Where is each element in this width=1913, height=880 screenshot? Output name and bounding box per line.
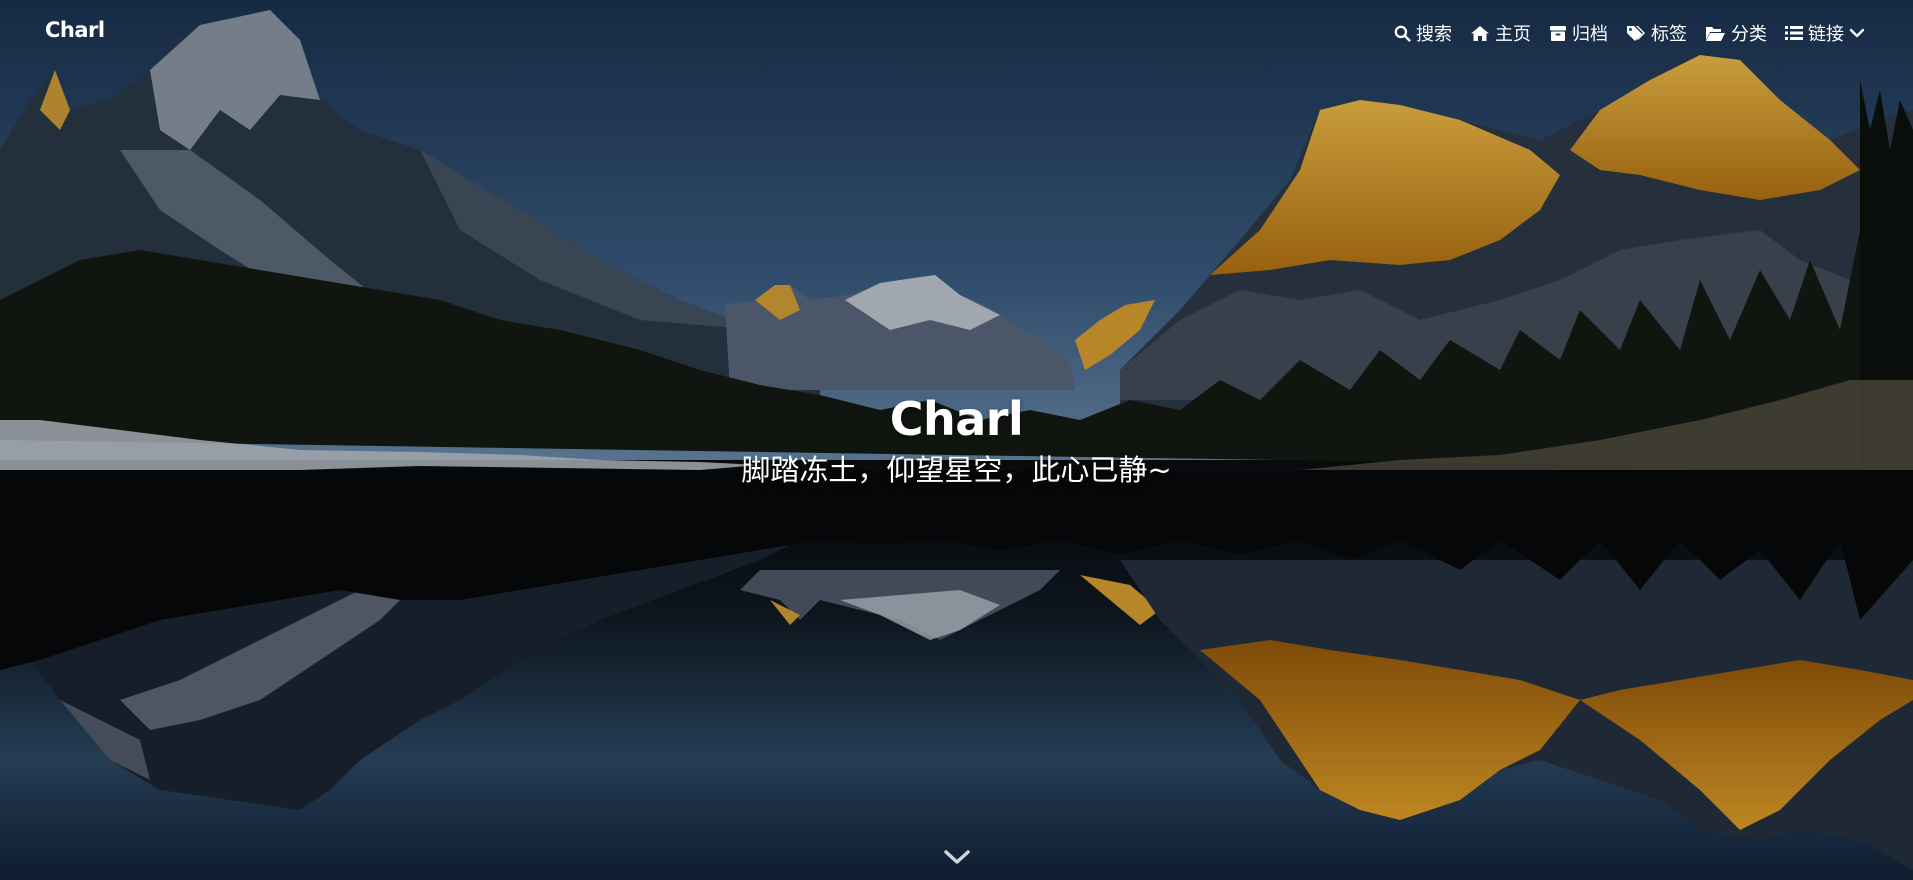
archive-icon (1549, 25, 1567, 42)
search-icon (1394, 25, 1411, 42)
nav-item-archive[interactable]: 归档 (1549, 20, 1608, 46)
nav-menu: 搜索 主页 归档 标签 分类 链接 (1394, 20, 1865, 46)
nav-item-categories[interactable]: 分类 (1705, 20, 1767, 46)
nav-item-label: 搜索 (1416, 24, 1452, 45)
nav-item-label: 链接 (1808, 24, 1844, 45)
nav-item-search[interactable]: 搜索 (1394, 20, 1452, 46)
scroll-down-button[interactable] (941, 848, 973, 868)
nav-item-label: 归档 (1572, 24, 1608, 45)
nav-item-label: 分类 (1731, 24, 1767, 45)
tags-icon (1626, 25, 1646, 42)
site-title: Charl (889, 392, 1024, 446)
nav-item-label: 标签 (1651, 24, 1687, 45)
nav-item-links[interactable]: 链接 (1785, 20, 1865, 46)
top-navbar: Charl 搜索 主页 归档 标签 分类 链接 (0, 0, 1913, 68)
home-icon (1470, 25, 1490, 42)
site-info: Charl 脚踏冻土，仰望星空，此心已静~ (0, 390, 1913, 490)
nav-item-label: 主页 (1495, 24, 1531, 45)
chevron-down-icon (1849, 27, 1865, 39)
hero-banner: Charl 搜索 主页 归档 标签 分类 链接 Charl 脚踏冻土，仰望星空，… (0, 0, 1913, 880)
site-subtitle: 脚踏冻土，仰望星空，此心已静~ (741, 453, 1172, 487)
chevron-down-icon (941, 850, 973, 872)
list-icon (1785, 25, 1803, 41)
site-brand-link[interactable]: Charl (45, 18, 105, 42)
nav-item-home[interactable]: 主页 (1470, 20, 1531, 46)
folder-open-icon (1705, 25, 1726, 42)
nav-item-tags[interactable]: 标签 (1626, 20, 1687, 46)
